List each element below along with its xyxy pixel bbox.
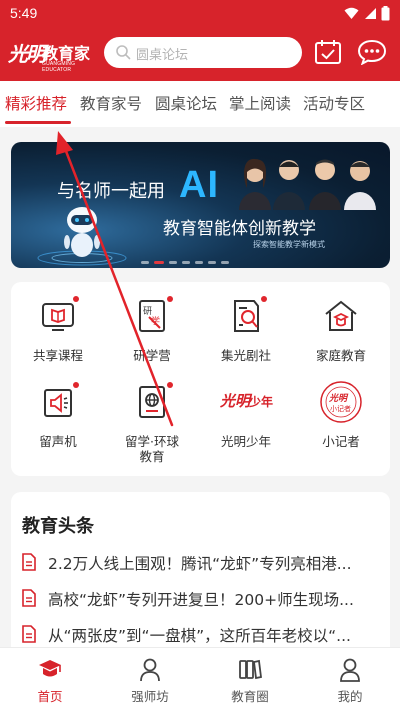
nav-teacher-workshop[interactable]: 强师坊 <box>100 648 200 710</box>
document-icon <box>22 553 36 571</box>
feature-label: 小记者 <box>322 434 360 449</box>
pagination-dot[interactable] <box>195 261 203 264</box>
banner-ai: AI <box>179 164 219 206</box>
status-bar: 5:49 <box>0 0 400 26</box>
feature-family-education[interactable]: 家庭教育 <box>294 282 388 372</box>
pagination-dot[interactable] <box>141 261 149 264</box>
pagination-dot[interactable] <box>169 261 177 264</box>
promo-banner[interactable]: 与名师一起用 AI 教育智能体创新教学 探索智能教学新模式 <box>11 142 390 268</box>
news-item[interactable]: 从“两张皮”到“一盘棋”，这所百年老校以“... <box>21 622 381 646</box>
nav-profile[interactable]: 我的 <box>300 648 400 710</box>
robot-icon <box>37 207 127 266</box>
gramophone-icon <box>44 389 72 417</box>
app-logo[interactable]: 光明 教育家 GUANGMING EDUCATOR <box>8 36 100 73</box>
tab-educator-accounts[interactable]: 教育家号 <box>80 92 142 114</box>
svg-text:研: 研 <box>143 306 152 317</box>
study-camp-icon: 研学 <box>139 300 165 332</box>
feature-study-abroad[interactable]: 留学·环球 教育 <box>105 368 199 464</box>
nav-home[interactable]: 首页 <box>0 648 100 710</box>
tab-featured[interactable]: 精彩推荐 <box>5 92 67 114</box>
search-input[interactable]: 圆桌论坛 <box>104 37 302 68</box>
svg-text:小记者: 小记者 <box>330 404 351 413</box>
banner-line2: 教育智能体创新教学 <box>163 219 316 239</box>
news-item[interactable]: 高校“龙虾”专列开进复旦！200+师生现场... <box>21 586 381 610</box>
badge-dot <box>261 296 267 302</box>
feature-label: 留学·环球 教育 <box>125 434 179 464</box>
news-section: 教育头条 2.2万人线上围观！腾讯“龙虾”专列亮相港... 高校“龙虾”专列开进… <box>11 492 390 652</box>
bottom-navigation: 首页 强师坊 教育圈 我的 <box>0 647 400 710</box>
svg-text:光明: 光明 <box>328 393 349 404</box>
feature-grid: 共享课程 研学 研学营 集光剧社 家庭教育 留声机 留学·环球 教育 光明 少年 … <box>11 282 390 476</box>
news-item[interactable]: 2.2万人线上围观！腾讯“龙虾”专列亮相港... <box>21 550 381 574</box>
search-icon <box>116 45 131 60</box>
news-headline: 高校“龙虾”专列开进复旦！200+师生现场... <box>48 591 354 609</box>
user-profile-icon <box>340 658 360 682</box>
search-placeholder: 圆桌论坛 <box>136 48 189 63</box>
chat-more-icon[interactable] <box>357 39 387 65</box>
news-title: 教育头条 <box>22 516 94 537</box>
feature-little-reporter[interactable]: 光明 小记者 小记者 <box>294 368 388 458</box>
feature-label: 共享课程 <box>32 348 83 363</box>
logo-mark: 光明 <box>8 42 46 66</box>
nav-label: 首页 <box>37 689 63 704</box>
guangming-youth-logo-icon: 光明少年 <box>219 392 273 410</box>
feature-drama-club[interactable]: 集光剧社 <box>199 282 293 372</box>
family-education-icon <box>325 300 357 331</box>
logo-subtitle: GUANGMING EDUCATOR <box>42 61 76 73</box>
drama-club-icon <box>234 300 259 332</box>
banner-pagination <box>141 261 229 264</box>
signal-icon <box>365 8 376 19</box>
feature-label: 集光剧社 <box>220 348 271 363</box>
badge-dot <box>167 296 173 302</box>
category-tabs: 精彩推荐 教育家号 圆桌论坛 掌上阅读 活动专区 <box>0 81 400 127</box>
pagination-dot[interactable] <box>221 261 229 264</box>
news-headline: 2.2万人线上围观！腾讯“龙虾”专列亮相港... <box>48 555 352 573</box>
feature-gramophone[interactable]: 留声机 <box>11 368 105 458</box>
banner-line3: 探索智能教学新模式 <box>253 240 325 249</box>
wifi-icon <box>344 7 359 19</box>
nav-label: 教育圈 <box>231 689 269 704</box>
pagination-dot[interactable] <box>182 261 190 264</box>
little-reporter-logo-icon: 光明小记者 <box>320 381 362 423</box>
course-screen-icon <box>42 303 74 331</box>
feature-label: 留声机 <box>39 434 77 449</box>
feature-shared-courses[interactable]: 共享课程 <box>11 282 105 372</box>
nav-label: 强师坊 <box>131 689 169 704</box>
person-icon <box>140 658 160 682</box>
nav-education-circle[interactable]: 教育圈 <box>200 648 300 710</box>
feature-label: 家庭教育 <box>315 348 366 363</box>
svg-text:少年: 少年 <box>248 394 273 409</box>
svg-text:光明: 光明 <box>219 392 253 410</box>
active-tab-indicator <box>5 121 71 124</box>
tab-mobile-reading[interactable]: 掌上阅读 <box>229 92 291 114</box>
app-header: 5:49 光明 教育家 GUANGMING EDUCATOR 圆桌论坛 <box>0 0 400 81</box>
badge-dot <box>73 382 79 388</box>
banner-line1: 与名师一起用 <box>57 181 165 202</box>
nav-label: 我的 <box>337 689 363 704</box>
passport-globe-icon <box>139 386 165 418</box>
news-headline: 从“两张皮”到“一盘棋”，这所百年老校以“... <box>48 627 351 645</box>
feature-guangming-youth[interactable]: 光明 少年 光明少年 <box>199 368 293 458</box>
graduation-cap-icon <box>39 660 61 677</box>
pagination-dot[interactable] <box>208 261 216 264</box>
feature-label: 研学营 <box>133 348 171 363</box>
feature-study-camp[interactable]: 研学 研学营 <box>105 282 199 372</box>
badge-dot <box>73 296 79 302</box>
document-icon <box>22 625 36 643</box>
status-time: 5:49 <box>10 5 38 21</box>
tab-activities[interactable]: 活动专区 <box>303 92 365 114</box>
battery-icon <box>381 6 390 21</box>
document-icon <box>22 589 36 607</box>
calendar-check-icon[interactable] <box>314 39 342 65</box>
teachers-photo-icon <box>239 158 376 210</box>
tab-roundtable[interactable]: 圆桌论坛 <box>155 92 217 114</box>
books-icon <box>239 659 262 680</box>
pagination-dot[interactable] <box>154 261 164 264</box>
badge-dot <box>167 382 173 388</box>
feature-label: 光明少年 <box>220 434 271 449</box>
